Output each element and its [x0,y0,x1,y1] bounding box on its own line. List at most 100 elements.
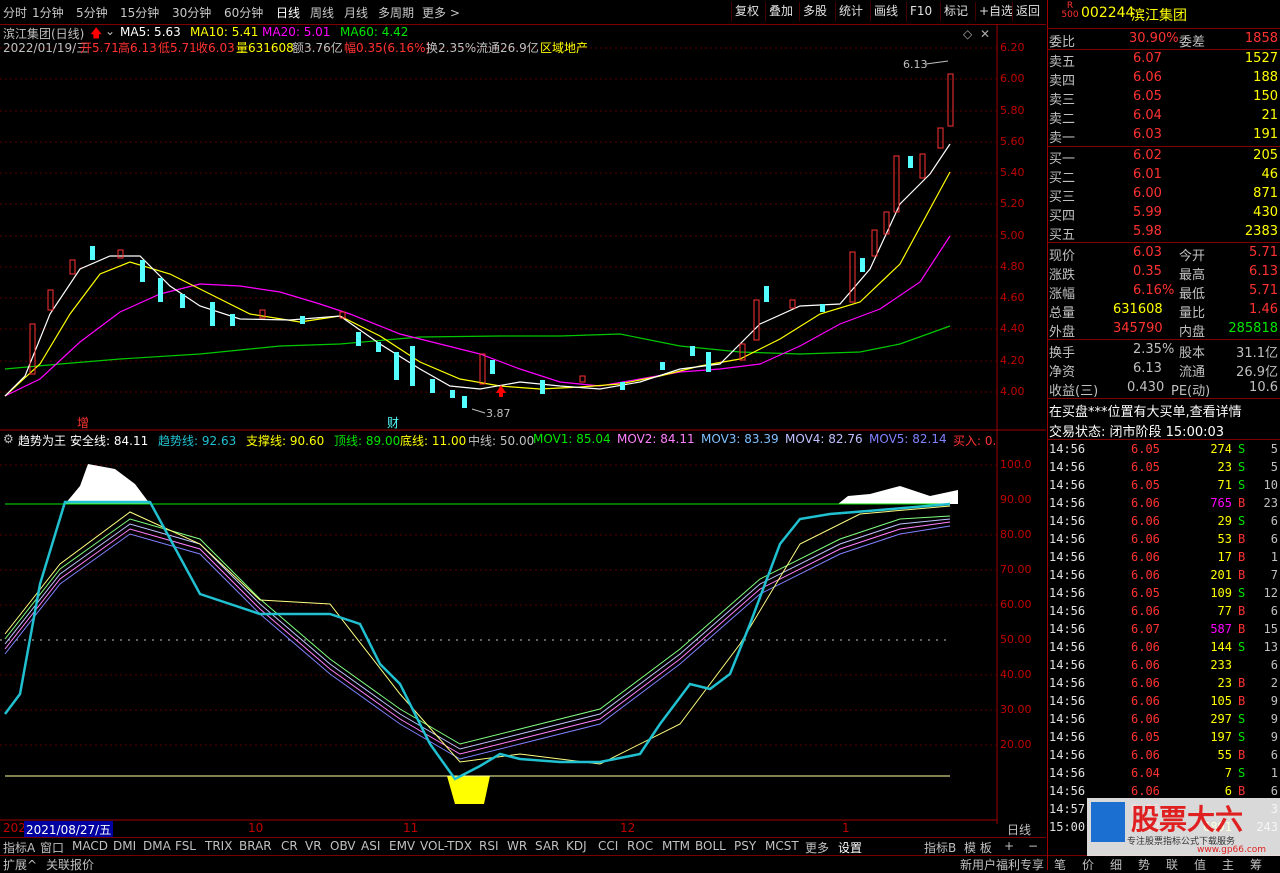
chart-canvas[interactable]: 6.13 3.87 [0,24,1046,824]
panel-tab[interactable]: 笔 [1054,856,1066,873]
tab-wr[interactable]: WR [507,839,527,853]
trend-line-label: 趋势线: 92.63 [158,434,237,448]
zoom-out-button[interactable]: − [1028,839,1038,853]
panel-tab[interactable]: 主 [1222,856,1234,873]
tab-mtm[interactable]: MTM [662,839,690,853]
tick-list[interactable]: 14:56 6.05 274 S 5 14:56 6.05 23 S 5 14:56 6.05 71 S 1… [1047,441,1280,837]
period-tab-0[interactable]: 分时 [3,4,27,21]
diamond-icon[interactable]: ◇ [963,27,972,41]
chart-area[interactable]: 6.13 3.87 滨江集团(日线) 🡅 ⌄ MA5: 5.63 MA10: 5… [0,24,1046,838]
bid-row-3[interactable]: 买三 6.00 871 [1047,185,1280,205]
tab-boll[interactable]: BOLL [695,839,726,853]
tab-indicator-a[interactable]: 指标A [3,839,35,856]
tick-row: 14:56 6.04 7 S 1 [1049,766,1278,780]
btn-duogu[interactable]: 多股 [799,2,830,21]
period-label[interactable]: 日线 [1007,821,1031,838]
period-tab-9[interactable]: 多周期 [378,4,414,21]
tab-dmi[interactable]: DMI [113,839,136,853]
big-order-notice[interactable]: 在买盘***位置有大买单,查看详情 [1047,400,1280,420]
tab-macd[interactable]: MACD [72,839,108,853]
expand-button[interactable]: 扩展^ [3,856,37,873]
tab-indicator-b[interactable]: 指标B [924,839,956,856]
tab-window[interactable]: 窗口 [40,839,64,856]
period-tab-7[interactable]: 周线 [310,4,334,21]
btn-huaxian[interactable]: 画线 [870,2,901,21]
tick-row: 14:56 6.05 109 S 12 [1049,586,1278,600]
tab-dma[interactable]: DMA [143,839,171,853]
ind-tick: 80.00 [1000,528,1032,541]
tab-roc[interactable]: ROC [627,839,653,853]
tab-more[interactable]: 更多 [805,839,829,856]
tab-rsi[interactable]: RSI [479,839,499,853]
btn-diejia[interactable]: 叠加 [765,2,796,21]
panel-tab[interactable]: 势 [1138,856,1150,873]
ask-row-4[interactable]: 卖四 6.06 188 [1047,69,1280,89]
panel-tab[interactable]: 筹 [1250,856,1262,873]
tab-sar[interactable]: SAR [535,839,559,853]
tab-kdj[interactable]: KDJ [566,839,587,853]
ind-tick: 60.00 [1000,598,1032,611]
tab-vr[interactable]: VR [305,839,322,853]
tab-emv[interactable]: EMV [389,839,415,853]
period-tab-3[interactable]: 15分钟 [120,4,159,21]
period-tab-5[interactable]: 60分钟 [224,4,263,21]
bid-row-2[interactable]: 买二 6.01 46 [1047,166,1280,186]
bid-row-5[interactable]: 买五 5.98 2383 [1047,223,1280,243]
tab-trix[interactable]: TRIX [205,839,232,853]
period-tab-more[interactable]: 更多 > [422,4,460,21]
bid-row-4[interactable]: 买四 5.99 430 [1047,204,1280,224]
ask-row-5[interactable]: 卖五 6.07 1527 [1047,50,1280,70]
tab-vol-tdx[interactable]: VOL-TDX [420,839,472,853]
related-quotes-button[interactable]: 关联报价 [46,856,94,873]
period-tab-4[interactable]: 30分钟 [172,4,211,21]
btn-tongji[interactable]: 统计 [835,2,866,21]
mov4-label: MOV4: 82.76 [785,432,863,446]
volume-label: 量631608 [236,41,294,55]
period-tab-6[interactable]: 日线 [276,4,300,21]
quote-panel: R 500 002244 滨江集团 委比 30.90% 委差 1858 卖五 6.… [1047,0,1280,873]
tab-settings[interactable]: 设置 [838,839,862,856]
tick-row: 14:56 6.06 144 S 13 [1049,640,1278,654]
period-tab-1[interactable]: 1分钟 [32,4,64,21]
tab-brar[interactable]: BRAR [239,839,272,853]
ask-row-3[interactable]: 卖三 6.05 150 [1047,88,1280,108]
btn-fuquan[interactable]: 复权 [731,2,762,21]
indicator-gear-icon[interactable]: ⚙ [3,432,14,446]
tab-asi[interactable]: ASI [361,839,380,853]
period-tab-8[interactable]: 月线 [344,4,368,21]
tab-fsl[interactable]: FSL [175,839,196,853]
tab-obv[interactable]: OBV [330,839,356,853]
ask-row-2[interactable]: 卖二 6.04 21 [1047,107,1280,127]
panel-tab[interactable]: 价 [1082,856,1094,873]
event-marker-zeng[interactable]: 增 [77,414,89,431]
ma60-label: MA60: 4.42 [340,25,409,39]
tab-psy[interactable]: PSY [734,839,756,853]
bid-row-1[interactable]: 买一 6.02 205 [1047,147,1280,167]
zoom-in-button[interactable]: + [1004,839,1014,853]
promo-link[interactable]: 新用户福利专享 [960,856,1044,873]
tab-mcst[interactable]: MCST [765,839,799,853]
date-start-prefix: 202 [3,821,26,835]
price-tick: 4.60 [1000,291,1025,304]
price-tick: 4.00 [1000,385,1025,398]
price-tick: 5.80 [1000,104,1025,117]
change-label: 幅0.35(6.16%) [344,41,431,55]
tick-row: 14:56 6.06 29 S 6 [1049,514,1278,528]
dropdown-icon[interactable]: ⌄ [105,24,115,38]
panel-tab[interactable]: 值 [1194,856,1206,873]
btn-f10[interactable]: F10 [906,2,935,21]
ask-row-1[interactable]: 卖一 6.03 191 [1047,126,1280,146]
event-marker-cai[interactable]: 财 [387,414,399,431]
close-icon[interactable]: ✕ [980,27,990,41]
indicator-yellow-fill [447,776,490,804]
btn-add-watchlist[interactable]: +自选 [975,2,1016,21]
mid-line-label: 中线: 50.00 [468,434,535,448]
period-tab-2[interactable]: 5分钟 [76,4,108,21]
btn-biaoji[interactable]: 标记 [940,2,971,21]
panel-tab[interactable]: 细 [1110,856,1122,873]
tab-template[interactable]: 模 板 [964,839,992,856]
tab-cci[interactable]: CCI [598,839,618,853]
panel-tab[interactable]: 联 [1166,856,1178,873]
tab-cr[interactable]: CR [281,839,298,853]
btn-back[interactable]: 返回 [1012,2,1043,21]
